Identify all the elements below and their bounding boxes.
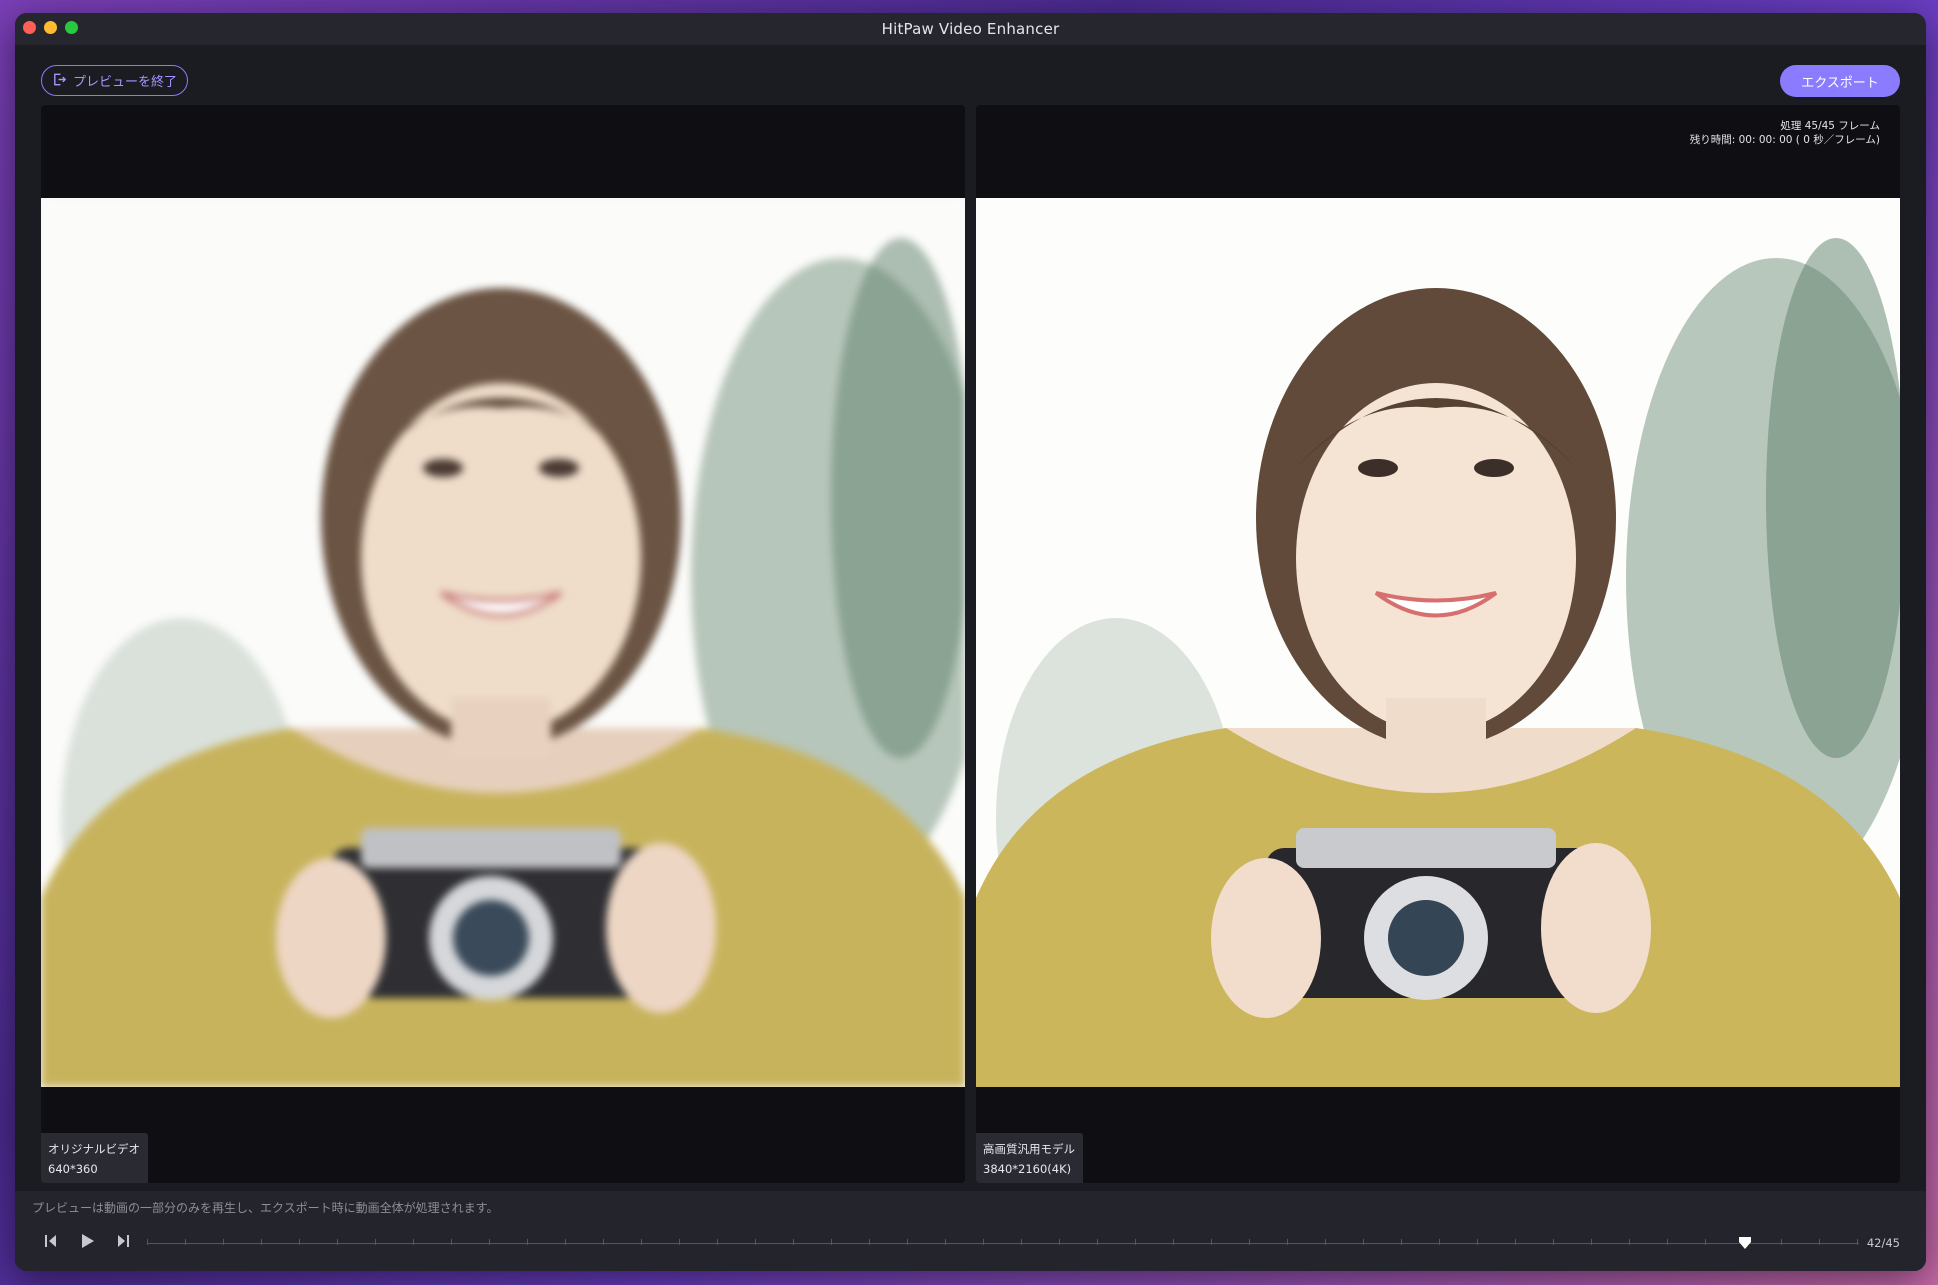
original-video-info: オリジナルビデオ 640*360 — [41, 1133, 148, 1183]
playhead-icon — [1738, 1235, 1752, 1254]
enhanced-video-pane: 処理 45/45 フレーム 残り時間: 00: 00: 00 ( 0 秒／フレー… — [976, 105, 1900, 1183]
timeline-playhead[interactable] — [1738, 1235, 1752, 1249]
toolbar: プレビューを終了 エクスポート — [15, 45, 1926, 105]
remaining-time-text: 残り時間: 00: 00: 00 ( 0 秒／フレーム) — [1689, 134, 1880, 146]
timeline-slider[interactable] — [147, 1237, 1859, 1251]
title-bar: HitPaw Video Enhancer — [15, 13, 1926, 46]
exit-preview-label: プレビューを終了 — [73, 74, 178, 89]
next-frame-button[interactable] — [113, 1233, 133, 1253]
playback-controls — [41, 1233, 133, 1253]
exit-icon — [52, 72, 67, 90]
next-frame-icon — [114, 1232, 132, 1254]
preview-hint-text: プレビューは動画の一部分のみを再生し、エクスポート時に動画全体が処理されます。 — [32, 1201, 499, 1215]
timeline-ticks — [147, 1239, 1859, 1245]
original-video-resolution: 640*360 — [48, 1162, 98, 1176]
play-button[interactable] — [77, 1233, 97, 1253]
play-icon — [78, 1232, 96, 1254]
prev-frame-button[interactable] — [41, 1233, 61, 1253]
playback-bar: プレビューは動画の一部分のみを再生し、エクスポート時に動画全体が処理されます。 — [15, 1191, 1926, 1271]
export-button[interactable]: エクスポート — [1780, 65, 1900, 97]
frame-counter: 42/45 — [1866, 1236, 1900, 1250]
enhanced-video-resolution: 3840*2160(4K) — [983, 1162, 1072, 1176]
enhanced-video-frame — [976, 198, 1900, 1087]
enhancement-model-label: 高画質汎用モデル — [983, 1142, 1075, 1156]
exit-preview-button[interactable]: プレビューを終了 — [41, 65, 189, 96]
original-video-frame — [41, 198, 965, 1087]
app-window: HitPaw Video Enhancer プレビューを終了 エクスポート オリ… — [15, 13, 1926, 1271]
processed-frames-text: 処理 45/45 フレーム — [1780, 120, 1880, 132]
enhanced-video-info: 高画質汎用モデル 3840*2160(4K) — [976, 1133, 1083, 1183]
processing-stats: 処理 45/45 フレーム 残り時間: 00: 00: 00 ( 0 秒／フレー… — [1690, 119, 1880, 147]
timeline-track — [147, 1243, 1859, 1244]
original-video-pane: オリジナルビデオ 640*360 — [41, 105, 965, 1183]
original-video-label: オリジナルビデオ — [48, 1142, 140, 1156]
window-title: HitPaw Video Enhancer — [881, 20, 1060, 38]
prev-frame-icon — [42, 1232, 60, 1254]
